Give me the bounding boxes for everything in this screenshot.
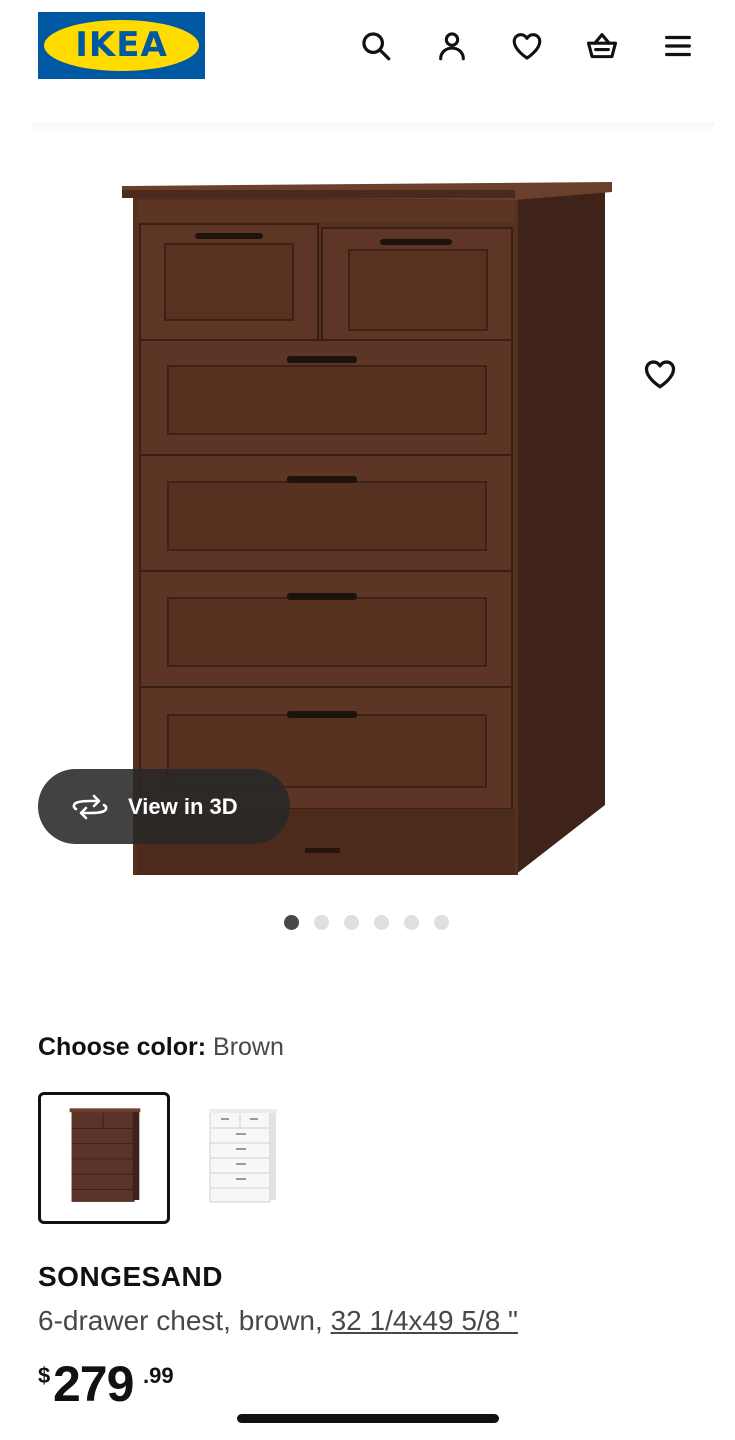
header-divider — [32, 122, 715, 132]
home-indicator[interactable] — [237, 1414, 499, 1423]
product-type-text: 6-drawer chest, brown, — [38, 1305, 331, 1336]
color-option-white[interactable] — [176, 1092, 308, 1224]
product-description: 6-drawer chest, brown, 32 1/4x49 5/8 " — [38, 1305, 518, 1337]
choose-color-label: Choose color: — [38, 1033, 214, 1061]
price-main: 279 — [53, 1356, 134, 1412]
product-name: SONGESAND — [38, 1261, 223, 1292]
pagination-dot[interactable] — [404, 915, 419, 930]
pagination-dot[interactable] — [344, 915, 359, 930]
heart-icon — [644, 360, 676, 389]
pagination-dot[interactable] — [314, 915, 329, 930]
heart-icon[interactable] — [505, 24, 549, 68]
user-icon[interactable] — [430, 24, 474, 68]
pagination-dot[interactable] — [374, 915, 389, 930]
ikea-logo[interactable]: IKEA — [38, 12, 205, 79]
logo-text: IKEA — [75, 25, 168, 65]
search-icon[interactable] — [354, 24, 398, 68]
price-cents: .99 — [143, 1363, 174, 1388]
product-dimensions-link[interactable]: 32 1/4x49 5/8 " — [331, 1305, 518, 1336]
color-option-brown[interactable] — [38, 1092, 170, 1224]
gallery-pagination — [0, 915, 735, 935]
white-dresser-thumbnail — [209, 1109, 277, 1203]
selected-color-value: Brown — [213, 1033, 284, 1061]
basket-icon[interactable] — [580, 24, 624, 68]
color-picker-label: Choose color: Brown — [38, 1033, 284, 1062]
add-to-favorites-button[interactable] — [638, 352, 682, 396]
top-header: IKEA — [0, 0, 735, 120]
view-in-3d-label: View in 3D — [128, 794, 238, 819]
view-in-3d-button[interactable]: View in 3D — [38, 769, 290, 844]
pagination-dot[interactable] — [434, 915, 449, 930]
price-currency: $ — [38, 1363, 51, 1388]
brown-dresser-thumbnail — [69, 1108, 141, 1202]
menu-icon[interactable] — [656, 24, 700, 68]
pagination-dot[interactable] — [284, 915, 299, 930]
rotate-3d-icon — [72, 794, 108, 820]
